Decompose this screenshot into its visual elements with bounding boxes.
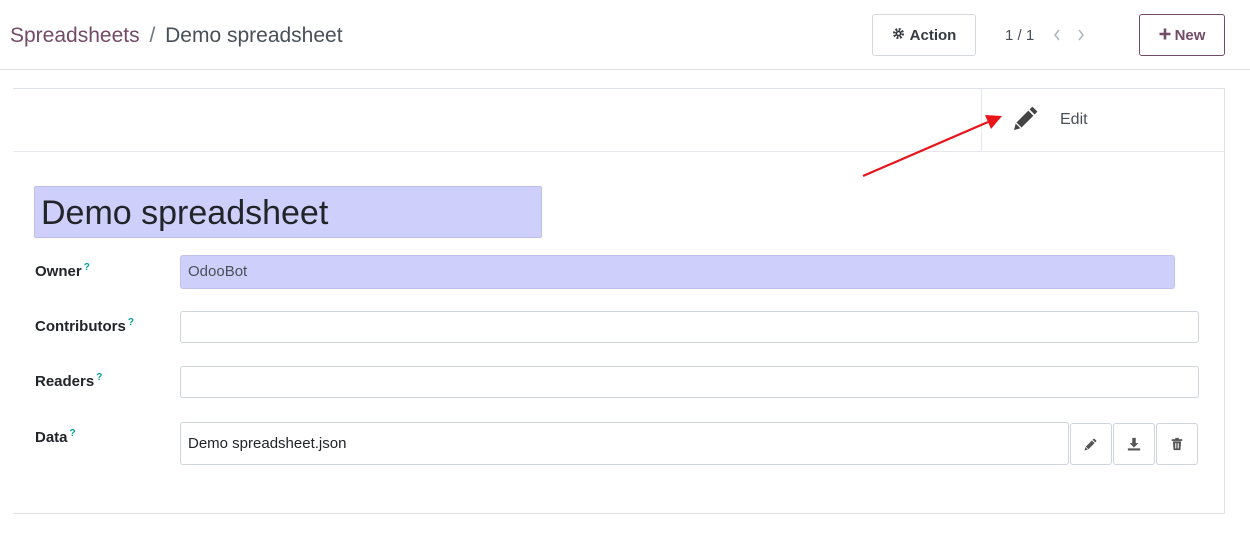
readers-help-icon[interactable]: ? bbox=[96, 372, 102, 383]
contributors-help-icon[interactable]: ? bbox=[128, 317, 134, 328]
readers-label: Readers? bbox=[35, 372, 102, 390]
owner-help-icon[interactable]: ? bbox=[84, 262, 90, 273]
pencil-icon bbox=[1084, 438, 1097, 451]
owner-label-text: Owner bbox=[35, 263, 82, 280]
chevron-right-icon bbox=[1078, 29, 1084, 41]
data-label: Data? bbox=[35, 428, 76, 446]
chevron-left-icon bbox=[1054, 29, 1060, 41]
owner-field[interactable]: OdooBot bbox=[180, 255, 1175, 289]
readers-label-text: Readers bbox=[35, 373, 95, 390]
plus-icon bbox=[1159, 27, 1171, 44]
control-panel: Spreadsheets / Demo spreadsheet Action 1… bbox=[0, 0, 1250, 70]
owner-label: Owner? bbox=[35, 262, 90, 280]
new-button-label: New bbox=[1174, 26, 1206, 44]
button-box: Edit bbox=[13, 89, 1224, 152]
edit-file-button[interactable] bbox=[1070, 423, 1112, 465]
download-file-button[interactable] bbox=[1113, 423, 1155, 465]
trash-icon bbox=[1171, 437, 1183, 451]
edit-button[interactable]: Edit bbox=[981, 89, 1224, 151]
data-help-icon[interactable]: ? bbox=[70, 428, 76, 439]
download-icon bbox=[1127, 437, 1141, 451]
contributors-field[interactable] bbox=[180, 311, 1199, 343]
breadcrumb: Spreadsheets / Demo spreadsheet bbox=[10, 22, 343, 50]
breadcrumb-current: Demo spreadsheet bbox=[165, 24, 343, 47]
delete-file-button[interactable] bbox=[1156, 423, 1198, 465]
gear-icon bbox=[892, 27, 905, 44]
contributors-label: Contributors? bbox=[35, 317, 134, 335]
data-label-text: Data bbox=[35, 429, 68, 446]
edit-button-label: Edit bbox=[1060, 111, 1088, 128]
pager-value[interactable]: 1 / 1 bbox=[1005, 27, 1045, 44]
form-sheet: Edit Demo spreadsheet Owner? OdooBot Con… bbox=[13, 88, 1225, 514]
spreadsheet-name-input[interactable]: Demo spreadsheet bbox=[34, 186, 542, 238]
action-button-label: Action bbox=[909, 26, 957, 44]
pager-previous-button[interactable] bbox=[1045, 23, 1069, 47]
pager: 1 / 1 bbox=[1005, 22, 1093, 48]
action-button[interactable]: Action bbox=[872, 14, 976, 56]
new-button[interactable]: New bbox=[1139, 14, 1225, 56]
breadcrumb-separator: / bbox=[149, 24, 156, 47]
readers-field[interactable] bbox=[180, 366, 1199, 398]
pencil-icon bbox=[1013, 104, 1040, 136]
data-file-field[interactable]: Demo spreadsheet.json bbox=[180, 422, 1069, 465]
contributors-label-text: Contributors bbox=[35, 318, 126, 335]
pager-next-button[interactable] bbox=[1069, 23, 1093, 47]
breadcrumb-spreadsheets-link[interactable]: Spreadsheets bbox=[10, 24, 140, 47]
